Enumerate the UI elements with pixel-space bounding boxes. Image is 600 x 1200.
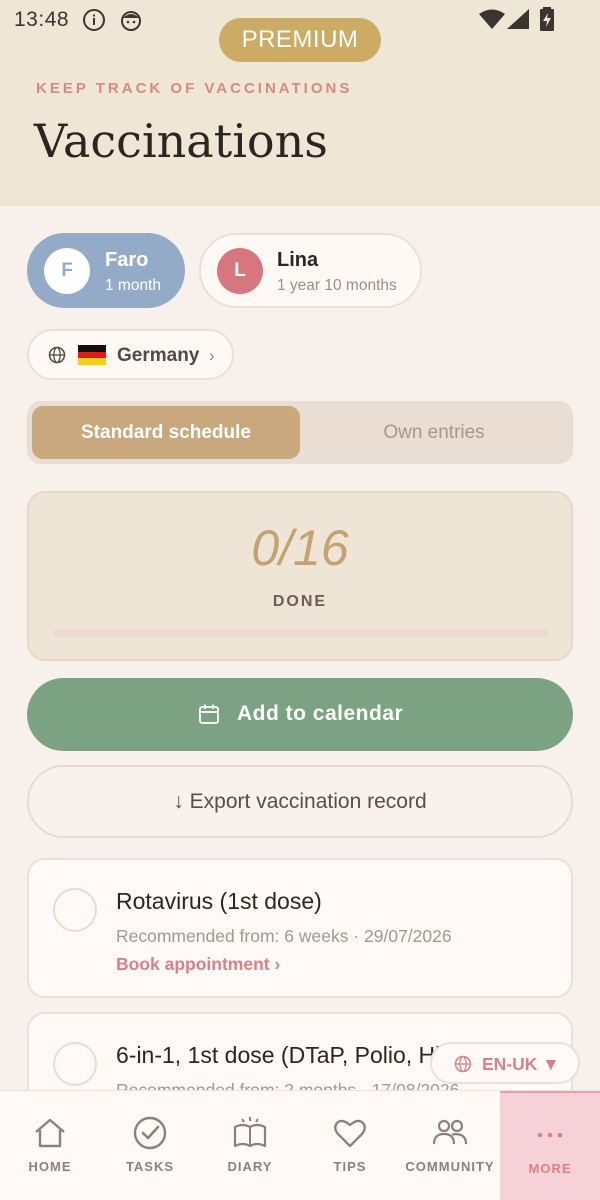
- nav-label: TIPS: [333, 1159, 367, 1174]
- tab-standard-schedule[interactable]: Standard schedule: [32, 406, 300, 459]
- child-age: 1 year 10 months: [277, 277, 397, 294]
- nav-label: TASKS: [125, 1159, 175, 1174]
- nav-label: HOME: [28, 1159, 72, 1174]
- child-age: 1 month: [105, 277, 162, 294]
- nav-tasks[interactable]: TASKS: [100, 1091, 200, 1200]
- vaccine-recommended: Recommended from: 6 weeks · 29/07/2026: [116, 926, 452, 946]
- nav-label: COMMUNITY: [405, 1159, 495, 1174]
- progress-card: 0/16 DONE: [27, 491, 573, 661]
- status-time: 13:48: [14, 8, 70, 31]
- vaccine-card[interactable]: Rotavirus (1st dose) Recommended from: 6…: [27, 858, 573, 998]
- more-dots-icon: [537, 1132, 563, 1138]
- book-icon: [233, 1117, 267, 1148]
- child-chip-faro[interactable]: F Faro 1 month: [27, 233, 185, 308]
- child-name: Faro: [105, 249, 149, 271]
- export-record-button[interactable]: ↓ Export vaccination record: [27, 765, 573, 838]
- nav-community[interactable]: COMMUNITY: [400, 1091, 500, 1200]
- globe-icon: [48, 346, 66, 369]
- calendar-icon: [198, 703, 220, 730]
- language-label: EN-UK ▼: [482, 1054, 560, 1074]
- battery-charging-icon: [539, 7, 555, 36]
- vaccine-name: Rotavirus (1st dose): [116, 888, 322, 914]
- info-icon: [82, 8, 106, 37]
- vaccine-checkbox[interactable]: [53, 888, 97, 932]
- vaccine-checkbox[interactable]: [53, 1042, 97, 1086]
- globe-icon: [454, 1055, 472, 1078]
- signal-icon: [507, 9, 529, 34]
- check-circle-icon: [133, 1116, 167, 1150]
- language-selector[interactable]: EN-UK ▼: [430, 1042, 580, 1084]
- heart-icon: [334, 1119, 366, 1148]
- schedule-toggle: Standard schedule Own entries: [27, 401, 573, 464]
- page-overline: KEEP TRACK OF VACCINATIONS: [36, 80, 353, 97]
- nav-more[interactable]: MORE: [500, 1091, 600, 1200]
- people-icon: [432, 1119, 468, 1145]
- child-chip-lina[interactable]: L Lina 1 year 10 months: [199, 233, 422, 308]
- progress-count: 0/16: [251, 520, 349, 576]
- bottom-navigation: HOME TASKS DIARY TIPS COMMUNITY MORE: [0, 1090, 600, 1200]
- progress-bar: [53, 629, 549, 637]
- nav-home[interactable]: HOME: [0, 1091, 100, 1200]
- nav-label: MORE: [528, 1161, 572, 1176]
- country-selector[interactable]: Germany ›: [27, 329, 234, 380]
- book-appointment-link[interactable]: Book appointment ›: [116, 954, 280, 975]
- progress-label: DONE: [272, 593, 328, 610]
- nav-tips[interactable]: TIPS: [300, 1091, 400, 1200]
- home-icon: [35, 1118, 65, 1148]
- page-title: Vaccinations: [34, 114, 328, 168]
- germany-flag-icon: [78, 345, 106, 365]
- avatar: L: [217, 248, 263, 294]
- header: 13:48 PREMIUM KEEP TRACK OF VACCINATIONS…: [0, 0, 600, 206]
- add-to-calendar-button[interactable]: Add to calendar: [27, 678, 573, 751]
- add-to-calendar-label: Add to calendar: [237, 702, 404, 725]
- country-name: Germany: [117, 345, 200, 366]
- wifi-icon: [479, 9, 505, 34]
- premium-button[interactable]: PREMIUM: [219, 18, 381, 62]
- nav-diary[interactable]: DIARY: [200, 1091, 300, 1200]
- face-notification-icon: [119, 8, 143, 37]
- chevron-right-icon: ›: [209, 346, 215, 365]
- child-name: Lina: [277, 249, 319, 271]
- tab-own-entries[interactable]: Own entries: [300, 406, 568, 459]
- avatar: F: [44, 248, 90, 294]
- nav-label: DIARY: [227, 1159, 273, 1174]
